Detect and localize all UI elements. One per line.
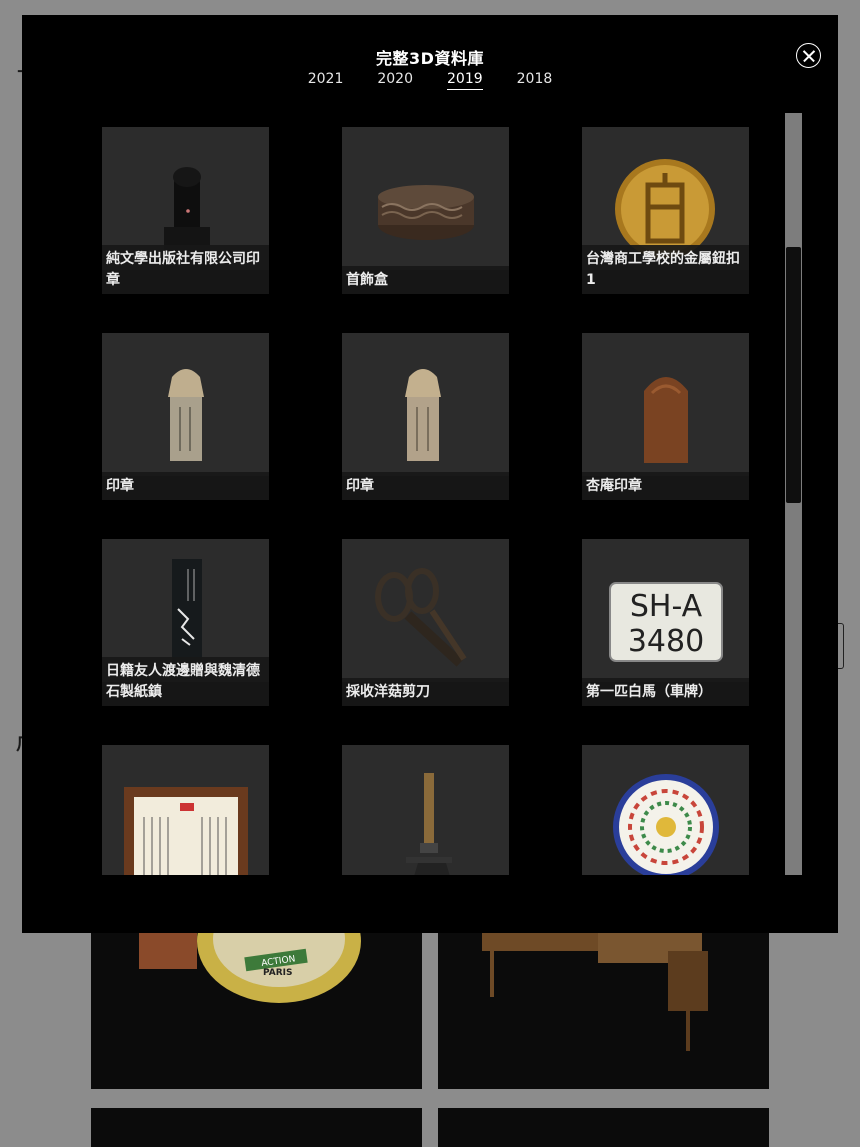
background-select-edge bbox=[838, 623, 844, 669]
item-grid-viewport: 純文學出版社有限公司印章 首飾盒 台灣商工學校的金屬鈕扣1 印章 印章 杏庵印章… bbox=[102, 127, 792, 875]
tab-2021[interactable]: 2021 bbox=[308, 71, 344, 90]
item-label: 純文學出版社有限公司印章 bbox=[102, 245, 269, 294]
modal-title: 完整3D資料庫 bbox=[376, 49, 484, 68]
background-card-tin[interactable]: ACTION PARIS bbox=[91, 933, 422, 1089]
grid-item[interactable] bbox=[582, 745, 749, 875]
jewelry-box-icon bbox=[378, 185, 474, 240]
grid-item[interactable]: 採收洋菇剪刀 bbox=[342, 539, 509, 706]
plate-line-2: 3480 bbox=[628, 624, 704, 659]
tin-can-image: ACTION PARIS bbox=[139, 933, 361, 1003]
background-card-cabinet[interactable] bbox=[438, 933, 769, 1089]
grid-item[interactable]: 台灣商工學校的金屬鈕扣1 bbox=[582, 127, 749, 294]
item-label: 印章 bbox=[342, 472, 509, 500]
item-thumbnail bbox=[342, 745, 509, 875]
grid-item[interactable]: 純文學出版社有限公司印章 bbox=[102, 127, 269, 294]
stone-seal-icon bbox=[168, 369, 204, 461]
item-thumbnail bbox=[342, 333, 509, 476]
wood-seal-icon bbox=[644, 377, 688, 463]
framed-certificate-icon bbox=[124, 787, 248, 875]
item-thumbnail bbox=[582, 745, 749, 875]
year-tabs: 2021 2020 2019 2018 bbox=[22, 71, 838, 90]
microscope-icon bbox=[406, 773, 452, 875]
item-label: 第一匹白馬（車牌） bbox=[582, 678, 749, 706]
item-thumbnail: SH-A 3480 bbox=[582, 539, 749, 682]
stone-seal-icon bbox=[405, 369, 441, 461]
item-thumbnail bbox=[102, 745, 269, 875]
grid-item[interactable] bbox=[342, 745, 509, 875]
tab-2018[interactable]: 2018 bbox=[517, 71, 553, 90]
item-label: 印章 bbox=[102, 472, 269, 500]
tin-text-paris: PARIS bbox=[263, 968, 293, 978]
grid-item[interactable]: 首飾盒 bbox=[342, 127, 509, 294]
decorative-plate-icon bbox=[613, 774, 719, 875]
scissors-icon bbox=[375, 568, 467, 667]
item-label: 採收洋菇剪刀 bbox=[342, 678, 509, 706]
item-label: 杏庵印章 bbox=[582, 472, 749, 500]
background-card[interactable] bbox=[91, 1108, 422, 1147]
grid-item[interactable]: 印章 bbox=[102, 333, 269, 500]
plate-line-1: SH-A bbox=[630, 589, 703, 624]
item-label: 日籍友人渡邊贈與魏清德石製紙鎮 bbox=[102, 657, 269, 706]
tab-2019[interactable]: 2019 bbox=[447, 71, 483, 90]
grid-item[interactable]: 日籍友人渡邊贈與魏清德石製紙鎮 bbox=[102, 539, 269, 706]
item-thumbnail bbox=[102, 333, 269, 476]
license-plate-icon: SH-A 3480 bbox=[609, 582, 723, 662]
scrollbar-thumb[interactable] bbox=[786, 247, 801, 503]
grid-item[interactable]: 杏庵印章 bbox=[582, 333, 749, 500]
background-card[interactable] bbox=[438, 1108, 769, 1147]
item-label: 台灣商工學校的金屬鈕扣1 bbox=[582, 245, 749, 294]
grid-item[interactable]: 印章 bbox=[342, 333, 509, 500]
grid-scrollbar[interactable] bbox=[785, 113, 802, 875]
tab-2020[interactable]: 2020 bbox=[377, 71, 413, 90]
grid-item[interactable] bbox=[102, 745, 269, 875]
item-thumbnail bbox=[582, 333, 749, 476]
wooden-cabinet-image bbox=[482, 933, 708, 1051]
item-thumbnail bbox=[342, 539, 509, 682]
item-thumbnail bbox=[342, 127, 509, 270]
grid-item[interactable]: SH-A 3480 第一匹白馬（車牌） bbox=[582, 539, 749, 706]
item-label: 首飾盒 bbox=[342, 266, 509, 294]
close-button[interactable] bbox=[796, 43, 821, 68]
3d-database-modal: 完整3D資料庫 2021 2020 2019 2018 純文學出版社有限公司印章 bbox=[22, 15, 838, 933]
item-grid: 純文學出版社有限公司印章 首飾盒 台灣商工學校的金屬鈕扣1 印章 印章 杏庵印章… bbox=[102, 127, 792, 875]
